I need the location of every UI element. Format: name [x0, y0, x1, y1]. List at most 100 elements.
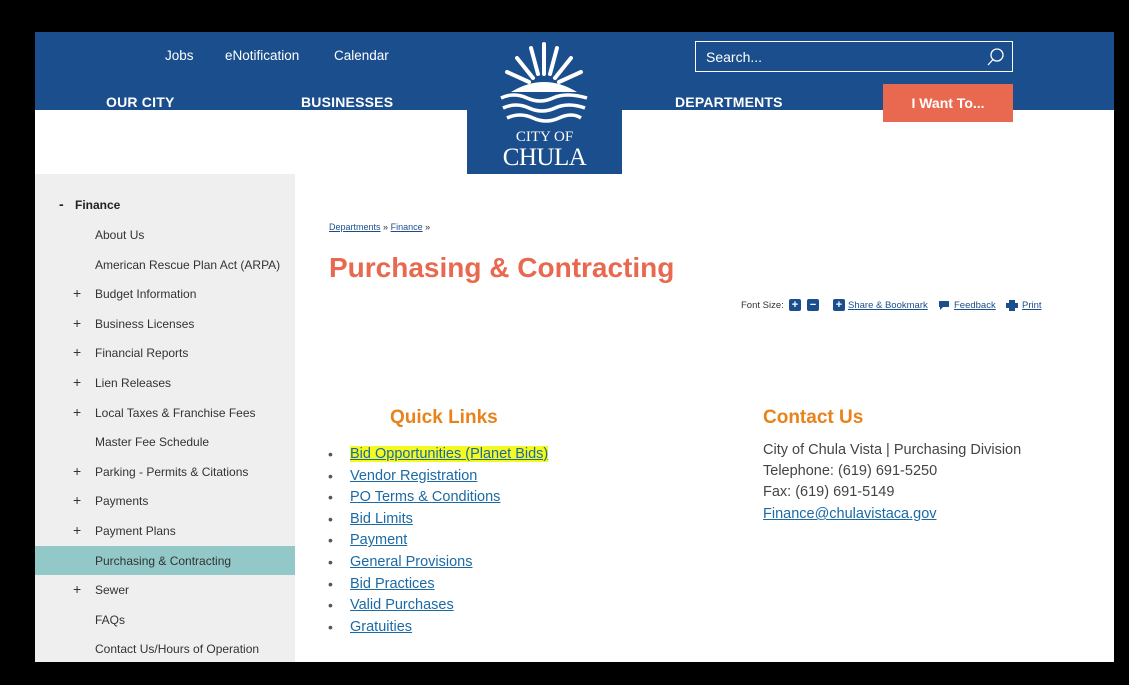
bullet-icon: •	[328, 597, 333, 614]
bullet-icon: •	[328, 575, 333, 592]
sidebar-item[interactable]: Contact Us/Hours of Operation	[35, 634, 295, 662]
logo-text-line2: CHULA VISTA	[502, 144, 587, 199]
list-item: • Bid Limits	[328, 511, 588, 531]
nav-our-city[interactable]: OUR CITY	[106, 94, 175, 110]
expand-icon[interactable]: +	[73, 315, 81, 331]
feedback-icon[interactable]	[938, 300, 950, 311]
i-want-to-button[interactable]: I Want To...	[883, 84, 1013, 122]
expand-icon[interactable]: +	[73, 492, 81, 508]
print-link[interactable]: Print	[1022, 300, 1042, 311]
enotification-link[interactable]: eNotification	[225, 48, 299, 63]
list-item: • PO Terms & Conditions	[328, 489, 588, 509]
nav-businesses[interactable]: BUSINESSES	[301, 94, 393, 110]
sidebar-item-label: Sewer	[95, 583, 130, 598]
sidebar-item[interactable]: American Rescue Plan Act (ARPA)	[35, 250, 295, 279]
sidebar-item[interactable]: + Payments	[35, 486, 295, 515]
quick-link[interactable]: PO Terms & Conditions	[350, 489, 500, 505]
expand-icon[interactable]: +	[73, 344, 81, 360]
sidebar-item-label: Local Taxes & Franchise Fees	[95, 405, 256, 420]
list-item: • Valid Purchases	[328, 597, 588, 617]
search-box	[695, 41, 1013, 72]
sidebar-item[interactable]: Master Fee Schedule	[35, 427, 295, 456]
sidebar-item[interactable]: + Financial Reports	[35, 338, 295, 367]
sidebar-item-label: About Us	[95, 228, 145, 242]
font-decrease-icon[interactable]: −	[807, 299, 819, 311]
bullet-icon: •	[328, 489, 333, 506]
quick-link[interactable]: Bid Practices	[350, 576, 435, 592]
calendar-link[interactable]: Calendar	[334, 48, 389, 63]
sidebar-item-label: Payments	[95, 494, 149, 509]
quick-link[interactable]: Bid Limits	[350, 511, 413, 527]
quick-link[interactable]: General Provisions	[350, 554, 473, 570]
font-increase-icon[interactable]: +	[789, 299, 801, 311]
list-item: • Vendor Registration	[328, 468, 588, 488]
sidebar-item-label: FAQs	[95, 612, 126, 627]
breadcrumb-separator: »	[383, 222, 389, 232]
breadcrumb-separator: »	[425, 222, 431, 232]
sidebar-item[interactable]: FAQs	[35, 605, 295, 634]
expand-icon[interactable]: +	[73, 285, 81, 301]
print-icon[interactable]	[1006, 300, 1018, 311]
list-item: • Payment	[328, 532, 588, 552]
search-icon[interactable]	[986, 47, 1006, 67]
share-wrap: Share & Bookmark	[848, 300, 928, 311]
search-input[interactable]	[706, 47, 976, 67]
contact-fax: Fax: (619) 691-5149	[763, 484, 895, 500]
sidebar-item-label: Contact Us/Hours of Operation	[95, 642, 260, 657]
sidebar-item-label: Purchasing & Contracting	[95, 553, 232, 568]
quick-link[interactable]: Valid Purchases	[350, 597, 454, 613]
sidebar-heading-finance[interactable]: - Finance	[35, 196, 295, 216]
city-logo[interactable]: CITY OF CHULA VISTA	[467, 32, 622, 199]
sidebar-item[interactable]: About Us	[35, 220, 295, 249]
sidebar-item[interactable]: + Parking - Permits & Citations	[35, 457, 295, 486]
breadcrumb: Departments » Finance »	[329, 222, 430, 232]
sidebar-item[interactable]: + Budget Information	[35, 279, 295, 308]
list-item: • Gratuities	[328, 619, 588, 639]
bullet-icon: •	[328, 554, 333, 570]
sidebar-item[interactable]: + Payment Plans	[35, 516, 295, 545]
expand-icon[interactable]: +	[73, 463, 81, 479]
expand-icon[interactable]: +	[73, 581, 81, 597]
quick-link[interactable]: Vendor Registration	[350, 468, 477, 484]
sidebar-heading-label: Finance	[75, 198, 121, 212]
bullet-icon: •	[328, 532, 333, 549]
nav-departments[interactable]: DEPARTMENTS	[675, 94, 783, 110]
expand-icon[interactable]: +	[73, 374, 81, 390]
sidebar-nav: - Finance About Us American Rescue Plan A…	[35, 174, 295, 662]
sidebar-item[interactable]: + Lien Releases	[35, 368, 295, 397]
contact-heading: Contact Us	[763, 407, 864, 428]
contact-email-wrap: Finance@chulavistaca.gov	[763, 506, 937, 522]
sidebar-item[interactable]: + Sewer	[35, 575, 295, 604]
expand-icon[interactable]: +	[73, 522, 81, 538]
quick-links-heading: Quick Links	[390, 407, 498, 428]
jobs-link[interactable]: Jobs	[165, 48, 194, 63]
sidebar-item-label: Budget Information	[95, 287, 197, 302]
breadcrumb-finance[interactable]: Finance	[391, 222, 423, 232]
sidebar-item[interactable]: + Local Taxes & Franchise Fees	[35, 398, 295, 427]
bullet-icon: •	[328, 446, 333, 462]
print-wrap: Print	[1022, 300, 1042, 311]
share-icon[interactable]: +	[833, 299, 845, 311]
sidebar-item-label: Lien Releases	[95, 376, 172, 390]
sidebar-item-label: Master Fee Schedule	[95, 435, 210, 450]
contact-email-link[interactable]: Finance@chulavistaca.gov	[763, 506, 937, 522]
collapse-icon[interactable]: -	[59, 196, 64, 212]
expand-icon[interactable]: +	[73, 404, 81, 420]
sun-waves-icon	[500, 42, 588, 123]
list-item: • Bid Opportunities (Planet Bids)	[328, 446, 588, 466]
contact-telephone: Telephone: (619) 691-5250	[763, 463, 938, 479]
quick-link[interactable]: Gratuities	[350, 619, 412, 635]
feedback-link[interactable]: Feedback	[954, 300, 996, 311]
sidebar-item[interactable]: Purchasing & Contracting	[35, 545, 295, 575]
logo-text-line1: CITY OF	[515, 129, 574, 145]
list-item: • Bid Practices	[328, 576, 588, 596]
quick-link[interactable]: Payment	[350, 532, 407, 548]
breadcrumb-departments[interactable]: Departments	[329, 222, 381, 232]
sidebar-item-label: American Rescue Plan Act (ARPA)	[95, 257, 281, 272]
sidebar-item-label: Parking - Permits & Citations	[95, 464, 249, 479]
contact-organization: City of Chula Vista | Purchasing Divisio…	[763, 442, 1022, 458]
share-bookmark-link[interactable]: Share & Bookmark	[848, 300, 928, 311]
bullet-icon: •	[328, 618, 333, 635]
quick-link[interactable]: Bid Opportunities (Planet Bids)	[350, 446, 549, 462]
sidebar-item[interactable]: + Business Licenses	[35, 309, 295, 338]
